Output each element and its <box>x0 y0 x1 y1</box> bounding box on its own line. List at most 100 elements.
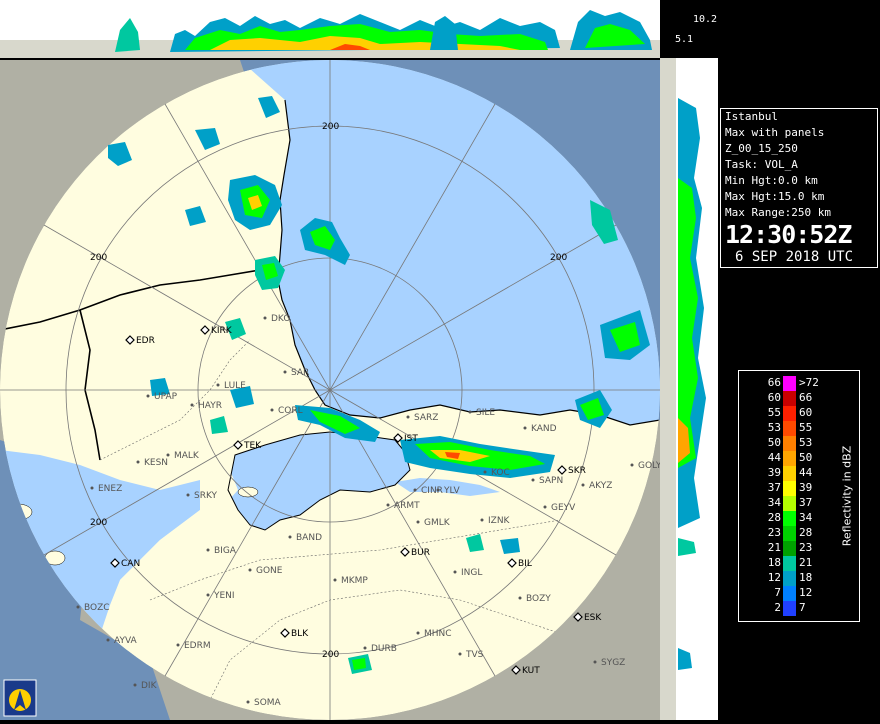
legend-row: 60 66 <box>739 391 859 406</box>
legend-row: 12 18 <box>739 571 859 586</box>
legend-high-value: 60 <box>799 406 813 419</box>
city-dot-marker <box>283 370 287 374</box>
city-dot-marker <box>176 643 180 647</box>
city-label: CINR <box>421 486 443 496</box>
range-label-s: 200 <box>322 650 339 660</box>
city-label: DURB <box>371 644 397 654</box>
top-max-height-label: 10.2 <box>693 14 718 25</box>
city-label: BIGA <box>214 546 237 556</box>
legend-color-swatch <box>783 436 796 451</box>
legend-row: 7 12 <box>739 586 859 601</box>
legend-row: 53 55 <box>739 421 859 436</box>
city-dot-marker <box>523 426 527 430</box>
legend-row: 55 60 <box>739 406 859 421</box>
legend-color-swatch <box>783 601 796 616</box>
city-dot-marker <box>630 463 634 467</box>
legend-color-swatch <box>783 556 796 571</box>
city-dot-marker <box>363 646 367 650</box>
legend-row: 18 21 <box>739 556 859 571</box>
legend-high-value: 66 <box>799 391 813 404</box>
city-label: HAYR <box>198 401 222 411</box>
city-label: YLV <box>443 486 461 496</box>
city-label: GOLY <box>638 461 660 471</box>
city-label: KOC <box>491 468 510 478</box>
city-label: GEYV <box>551 503 576 513</box>
legend-high-value: 34 <box>799 511 813 524</box>
city-label: DIK <box>141 681 158 691</box>
city-label: KIRK <box>211 326 233 336</box>
city-label: SILE <box>476 408 495 418</box>
legend-color-swatch <box>783 406 796 421</box>
city-label: BIL <box>518 559 532 569</box>
city-dot-marker <box>190 403 194 407</box>
city-label: SOMA <box>254 698 282 708</box>
legend-high-value: 7 <box>799 601 806 614</box>
city-label: SRKY <box>194 491 218 501</box>
city-blk: BLK <box>280 628 309 639</box>
legend-low-value: 12 <box>767 571 781 584</box>
city-label: AYVA <box>114 636 138 646</box>
city-label: IZNK <box>488 516 511 526</box>
legend-high-value: 50 <box>799 451 813 464</box>
legend-color-swatch <box>783 496 796 511</box>
legend-color-swatch <box>783 451 796 466</box>
max-range: Max Range:250 km <box>725 206 831 219</box>
city-tek: TEK <box>233 440 262 451</box>
legend-low-value: 39 <box>767 466 781 479</box>
city-dot-marker <box>413 488 417 492</box>
info-box: Istanbul Max with panels Z_00_15_250 Tas… <box>720 108 878 268</box>
city-dot-marker <box>270 408 274 412</box>
city-dot-marker <box>136 460 140 464</box>
city-label: AKYZ <box>589 481 612 491</box>
legend-low-value: 66 <box>767 376 781 389</box>
city-label: BLK <box>291 629 309 639</box>
city-label: BOZC <box>84 603 110 613</box>
island <box>237 486 259 498</box>
city-dot-marker <box>531 478 535 482</box>
city-label: SKR <box>568 466 586 476</box>
city-label: BAND <box>296 533 322 543</box>
city-label: KUT <box>522 666 540 676</box>
city-label: LULE <box>224 381 246 391</box>
legend-high-value: 53 <box>799 436 813 449</box>
city-dot-marker <box>146 394 150 398</box>
legend-high-value: 21 <box>799 556 813 569</box>
legend-high-value: 23 <box>799 541 813 554</box>
city-label: ENEZ <box>98 484 122 494</box>
legend-high-value: 18 <box>799 571 813 584</box>
city-label: BUR <box>411 548 430 558</box>
legend-low-value: 7 <box>774 586 781 599</box>
city-label: KESN <box>144 458 168 468</box>
city-dot-marker <box>90 486 94 490</box>
legend-low-value: 34 <box>767 496 781 509</box>
city-label: YENI <box>213 591 235 601</box>
city-dot-marker <box>458 652 462 656</box>
city-dot-marker <box>386 503 390 507</box>
city-label: IST <box>404 434 418 444</box>
city-label: TVS <box>465 650 484 660</box>
top-min-height-label: 5.1 <box>675 34 694 45</box>
city-label: MALK <box>174 451 200 461</box>
city-dot-marker <box>416 520 420 524</box>
radar-map[interactable]: 200 200 200 200 200 EDR KIRK DKO SAR LUL… <box>0 60 660 720</box>
legend-low-value: 21 <box>767 541 781 554</box>
legend-color-swatch <box>783 421 796 436</box>
city-kut: KUT <box>511 665 540 676</box>
city-dot-marker <box>76 605 80 609</box>
city-dot-marker <box>406 415 410 419</box>
legend-color-swatch <box>783 391 796 406</box>
legend-low-value: 2 <box>774 601 781 614</box>
scan-date: 6 SEP 2018 UTC <box>735 249 854 265</box>
city-dot-marker <box>248 568 252 572</box>
map-svg: 200 200 200 200 200 EDRKIRKDKOSARLULECOR… <box>0 60 660 720</box>
legend-color-swatch <box>783 481 796 496</box>
legend-low-value: 50 <box>767 436 781 449</box>
legend-high-value: 37 <box>799 496 813 509</box>
city-label: CORL <box>278 406 303 416</box>
scan-time: 12:30:52Z <box>725 220 852 249</box>
reflectivity-legend: 66 >72 60 66 55 60 53 55 50 53 44 50 39 44 37 39 34 37 28 3… <box>738 370 860 622</box>
city-label: ESK <box>584 613 602 623</box>
legend-high-value: >72 <box>799 376 819 389</box>
city-label: UPAP <box>154 392 178 402</box>
top-echo-svg <box>0 0 660 58</box>
